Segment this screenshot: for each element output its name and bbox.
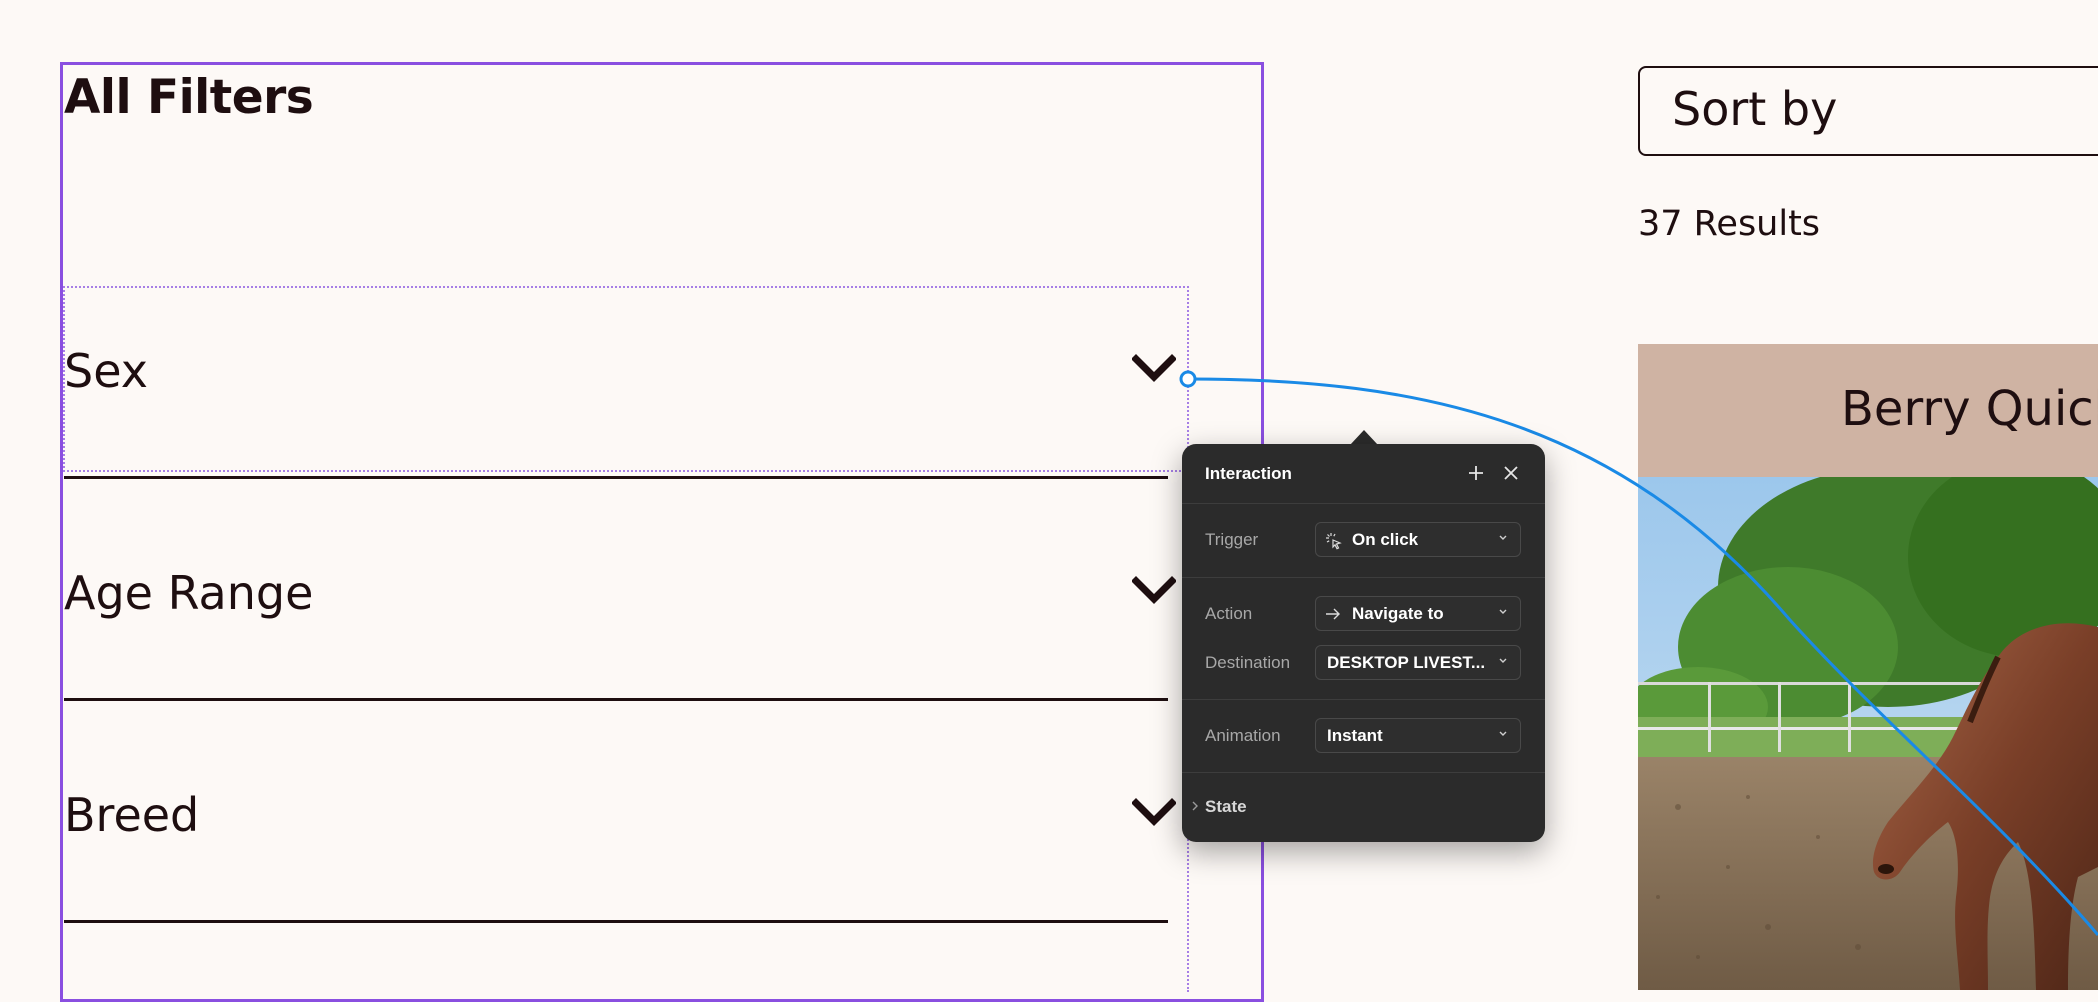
destination-label: Destination <box>1205 653 1291 672</box>
close-icon[interactable] <box>1502 464 1520 482</box>
trigger-label: Trigger <box>1205 530 1259 549</box>
destination-select[interactable]: DESKTOP LIVEST... <box>1315 645 1521 680</box>
filter-divider <box>64 476 1168 479</box>
chevron-down-icon[interactable] <box>1132 354 1176 384</box>
animation-label: Animation <box>1205 726 1281 745</box>
sex-filter-selection[interactable] <box>63 286 1189 472</box>
horse-image <box>1638 477 2098 990</box>
results-count: 37 Results <box>1638 204 1821 244</box>
horse-photo[interactable] <box>1638 477 2098 990</box>
trigger-select[interactable]: On click <box>1315 522 1521 557</box>
chevron-down-icon[interactable] <box>1132 576 1176 606</box>
animation-select[interactable]: Instant <box>1315 718 1521 753</box>
chevron-down-icon <box>1499 535 1507 540</box>
panel-separator <box>1182 699 1545 700</box>
panel-separator <box>1182 772 1545 773</box>
all-filters-frame[interactable] <box>60 62 1264 1002</box>
sort-by-label: Sort by <box>1672 82 1838 136</box>
chevron-down-icon <box>1499 731 1507 736</box>
chevron-down-icon[interactable] <box>1132 798 1176 828</box>
action-select[interactable]: Navigate to <box>1315 596 1521 631</box>
chevron-down-icon <box>1499 609 1507 614</box>
panel-caret <box>1350 430 1378 445</box>
product-card-title: Berry Quick <box>1841 381 2098 437</box>
action-label: Action <box>1205 604 1253 623</box>
panel-separator <box>1182 577 1545 578</box>
arrow-right-icon <box>1326 608 1340 620</box>
click-icon <box>1326 533 1342 550</box>
filter-divider <box>64 920 1168 923</box>
action-value: Navigate to <box>1352 604 1444 623</box>
state-toggle[interactable]: State <box>1205 797 1247 817</box>
filter-label-sex[interactable]: Sex <box>64 344 148 398</box>
filters-title: All Filters <box>64 70 314 125</box>
chevron-right-icon[interactable] <box>1190 800 1200 812</box>
animation-value: Instant <box>1327 726 1383 745</box>
panel-separator <box>1182 503 1545 504</box>
filter-label-age-range[interactable]: Age Range <box>64 566 313 620</box>
chevron-down-icon <box>1499 658 1507 663</box>
destination-value: DESKTOP LIVEST... <box>1327 653 1486 672</box>
filter-divider <box>64 698 1168 701</box>
filter-label-breed[interactable]: Breed <box>64 788 199 842</box>
trigger-value: On click <box>1352 530 1419 549</box>
interaction-panel: Interaction Trigger On click Action Navi… <box>1182 444 1545 842</box>
panel-title: Interaction <box>1205 464 1292 483</box>
plus-icon[interactable] <box>1467 464 1485 482</box>
